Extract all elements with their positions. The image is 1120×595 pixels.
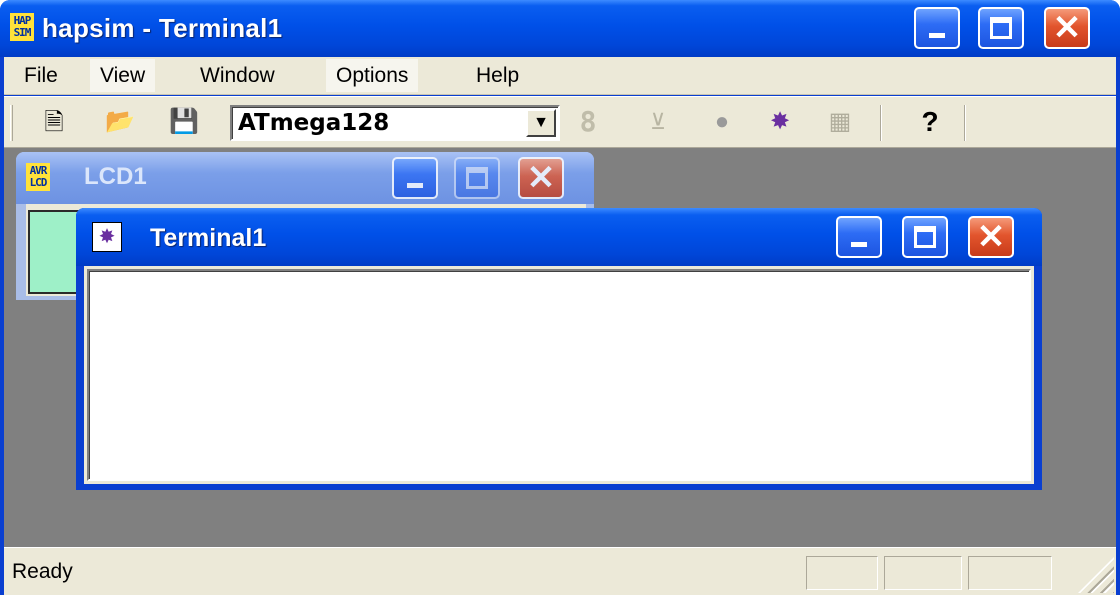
- avr-lcd-icon: AVR LCD: [26, 163, 50, 191]
- close-icon: ✕: [526, 159, 556, 197]
- minimize-icon: [407, 183, 423, 188]
- device-select[interactable]: ATmega128 ▼: [230, 105, 560, 141]
- tool-bar: 🗎 📂 💾 ATmega128 ▼ 8 ⊻ ● ✸ ▦ ?: [4, 96, 1116, 148]
- maximize-button[interactable]: [978, 7, 1024, 49]
- minimize-button[interactable]: [914, 7, 960, 49]
- new-icon[interactable]: 🗎: [38, 106, 70, 138]
- status-pane: [884, 556, 962, 590]
- lcd-close-button[interactable]: ✕: [518, 157, 564, 199]
- close-icon: ✕: [976, 218, 1006, 256]
- minimize-icon: [929, 33, 945, 38]
- menu-options[interactable]: Options: [326, 59, 419, 92]
- menu-file[interactable]: File: [14, 59, 68, 92]
- maximize-icon: [914, 226, 936, 248]
- down-arrow-icon: ⊻: [649, 109, 667, 134]
- window-title: hapsim - Terminal1: [42, 13, 283, 43]
- lcd-minimize-button[interactable]: [392, 157, 438, 199]
- status-pane: [806, 556, 878, 590]
- hapsim-app-icon[interactable]: HAP SIM: [10, 13, 34, 41]
- toolbar-grip[interactable]: [10, 105, 13, 141]
- help-icon[interactable]: ?: [914, 106, 946, 138]
- maximize-icon: [990, 17, 1012, 39]
- keypad-grid-icon: ▦: [828, 108, 852, 135]
- terminal-icon[interactable]: ✸: [92, 222, 122, 252]
- terminal-minimize-button[interactable]: [836, 216, 882, 258]
- terminal-close-button[interactable]: ✕: [968, 216, 1014, 258]
- menu-help[interactable]: Help: [466, 59, 529, 92]
- seven-segment-icon: 8: [579, 105, 597, 138]
- lcd-window-title: LCD1: [84, 163, 147, 190]
- device-select-value: ATmega128: [238, 110, 390, 136]
- main-title-bar[interactable]: HAP SIM hapsim - Terminal1 ✕: [0, 0, 1120, 57]
- lcd-maximize-button: [454, 157, 500, 199]
- terminal-window-title: Terminal1: [150, 224, 267, 252]
- resize-grip-icon[interactable]: [1078, 557, 1114, 593]
- open-folder-icon[interactable]: 📂: [104, 106, 136, 138]
- minimize-icon: [851, 242, 867, 247]
- status-bar: Ready: [4, 547, 1116, 595]
- menu-bar: File View Window Options Help: [4, 57, 1116, 95]
- toolbar-separator: [964, 105, 966, 141]
- terminal-maximize-button[interactable]: [902, 216, 948, 258]
- terminal-output-area[interactable]: [87, 269, 1031, 481]
- hapsim-terminal-icon[interactable]: ✸: [764, 106, 796, 138]
- save-icon[interactable]: 💾: [168, 106, 200, 138]
- close-button[interactable]: ✕: [1044, 7, 1090, 49]
- menu-window[interactable]: Window: [190, 59, 285, 92]
- lcd-title-bar[interactable]: AVR LCD LCD1 ✕: [16, 152, 594, 204]
- maximize-icon: [466, 167, 488, 189]
- led-icon: ●: [714, 108, 730, 135]
- mdi-client-area: AVR LCD LCD1 ✕ ✸ Terminal1 ✕: [4, 148, 1116, 547]
- status-text: Ready: [12, 560, 73, 583]
- terminal-body: [84, 266, 1034, 484]
- main-window: HAP SIM hapsim - Terminal1 ✕ File View Wi…: [0, 0, 1120, 595]
- chevron-down-icon[interactable]: ▼: [526, 109, 556, 137]
- toolbar-separator: [880, 105, 882, 141]
- terminal-title-bar[interactable]: ✸ Terminal1 ✕: [76, 208, 1042, 266]
- close-icon: ✕: [1052, 9, 1082, 47]
- menu-view[interactable]: View: [90, 59, 156, 92]
- status-pane: [968, 556, 1052, 590]
- terminal-window[interactable]: ✸ Terminal1 ✕: [76, 208, 1042, 490]
